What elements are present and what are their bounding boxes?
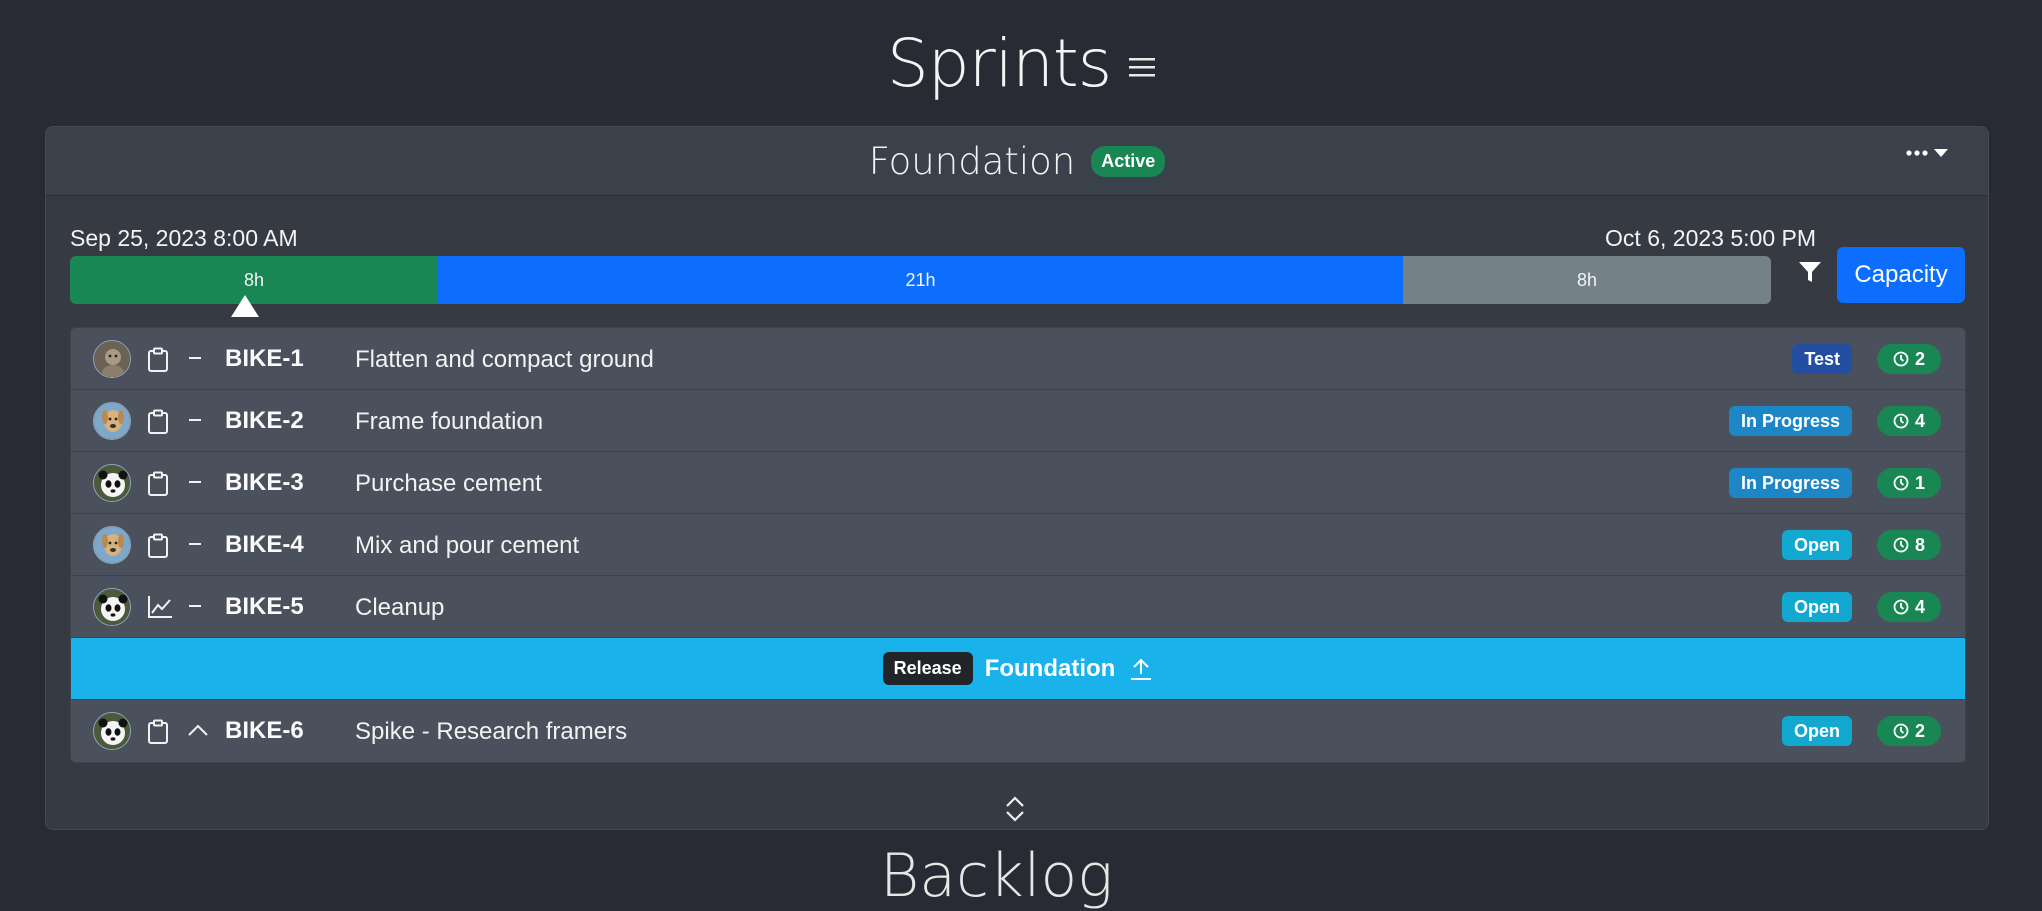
priority-minus-icon	[189, 481, 201, 483]
issue-status-badge: In Progress	[1728, 468, 1852, 498]
issue-status-badge: Test	[1792, 344, 1852, 374]
sprint-name: Foundation	[868, 139, 1076, 183]
estimate-badge: 1	[1877, 468, 1941, 498]
issue-title: Frame foundation	[355, 408, 544, 435]
assignee-avatar	[93, 712, 131, 750]
timeline-planned-segment: 21h	[438, 256, 1403, 304]
clock-icon	[1893, 537, 1909, 553]
estimate-value: 1	[1914, 472, 1925, 493]
issue-key[interactable]: BIKE-3	[225, 469, 304, 497]
clock-icon	[1893, 475, 1909, 491]
release-badge: Release	[882, 652, 973, 685]
sprint-status-badge: Active	[1091, 145, 1166, 177]
clipboard-icon	[148, 347, 168, 372]
issue-title: Cleanup	[355, 594, 445, 621]
priority-minus-icon	[189, 605, 201, 607]
estimate-value: 2	[1914, 720, 1925, 741]
issue-status-badge: In Progress	[1728, 406, 1852, 436]
estimate-badge: 8	[1877, 530, 1941, 560]
clipboard-icon	[148, 719, 168, 744]
timeline-remaining-segment: 8h	[1403, 256, 1771, 304]
issue-row[interactable]: BIKE-5 Cleanup Open 4	[71, 576, 1965, 638]
more-options-icon	[1906, 150, 1928, 156]
sprint-options-menu[interactable]	[1906, 149, 1948, 157]
assignee-avatar	[93, 526, 131, 564]
issue-key[interactable]: BIKE-2	[225, 407, 304, 435]
assignee-avatar	[93, 402, 131, 440]
filter-icon[interactable]	[1798, 260, 1822, 284]
priority-chevron-up-icon	[188, 724, 208, 736]
issue-status-badge: Open	[1781, 530, 1852, 560]
issue-row[interactable]: BIKE-4 Mix and pour cement Open 8	[71, 514, 1965, 576]
priority-minus-icon	[189, 543, 201, 545]
issue-status-badge: Open	[1781, 716, 1852, 746]
clock-icon	[1893, 413, 1909, 429]
capacity-button[interactable]: Capacity	[1837, 247, 1965, 303]
page-title: Sprints	[886, 24, 1112, 102]
issue-title: Mix and pour cement	[355, 532, 580, 559]
estimate-badge: 2	[1877, 344, 1941, 374]
estimate-value: 4	[1914, 596, 1925, 617]
clock-icon	[1893, 723, 1909, 739]
current-time-marker-icon	[231, 295, 259, 317]
estimate-badge: 2	[1877, 716, 1941, 746]
chart-line-icon	[148, 596, 172, 618]
issue-status-badge: Open	[1781, 592, 1852, 622]
sprint-start-date: Sep 25, 2023 8:00 AM	[70, 225, 298, 251]
issue-row[interactable]: BIKE-3 Purchase cement In Progress 1	[71, 452, 1965, 514]
issue-key[interactable]: BIKE-4	[225, 531, 304, 559]
release-divider: Release Foundation	[71, 638, 1965, 700]
assignee-avatar	[93, 464, 131, 502]
assignee-avatar	[93, 340, 131, 378]
clipboard-icon	[148, 409, 168, 434]
release-name[interactable]: Foundation	[985, 655, 1116, 683]
clipboard-icon	[148, 533, 168, 558]
issue-title: Purchase cement	[355, 470, 542, 497]
priority-minus-icon	[189, 357, 201, 359]
sprint-header: Foundation Active	[46, 127, 1988, 196]
estimate-value: 4	[1914, 410, 1925, 431]
estimate-badge: 4	[1877, 592, 1941, 622]
issue-title: Flatten and compact ground	[355, 346, 654, 373]
hamburger-menu-icon[interactable]	[1129, 56, 1156, 78]
clock-icon	[1893, 351, 1909, 367]
issue-key[interactable]: BIKE-1	[225, 345, 304, 373]
sprint-card: Foundation Active Sep 25, 2023 8:00 AM O…	[45, 126, 1989, 830]
expand-collapse-icon[interactable]	[1004, 795, 1026, 823]
issue-row[interactable]: BIKE-6 Spike - Research framers Open 2	[71, 700, 1965, 762]
sprint-end-date: Oct 6, 2023 5:00 PM	[1605, 225, 1816, 251]
caret-down-icon	[1934, 149, 1948, 157]
estimate-value: 8	[1914, 534, 1925, 555]
priority-minus-icon	[189, 419, 201, 421]
issue-key[interactable]: BIKE-6	[225, 717, 304, 745]
clock-icon	[1893, 599, 1909, 615]
issue-row[interactable]: BIKE-2 Frame foundation In Progress 4	[71, 390, 1965, 452]
clipboard-icon	[148, 471, 168, 496]
issue-title: Spike - Research framers	[355, 718, 628, 745]
page-header: Sprints	[0, 0, 2042, 126]
backlog-heading: Backlog	[880, 841, 1114, 911]
issue-key[interactable]: BIKE-5	[225, 593, 304, 621]
issue-row[interactable]: BIKE-1 Flatten and compact ground Test 2	[71, 328, 1965, 390]
sprint-timeline-bar: 8h 21h 8h	[70, 256, 1771, 304]
sprint-issue-list: BIKE-1 Flatten and compact ground Test 2…	[70, 327, 1966, 763]
upload-arrow-icon[interactable]	[1129, 657, 1153, 681]
assignee-avatar	[93, 588, 131, 626]
estimate-value: 2	[1914, 348, 1925, 369]
estimate-badge: 4	[1877, 406, 1941, 436]
